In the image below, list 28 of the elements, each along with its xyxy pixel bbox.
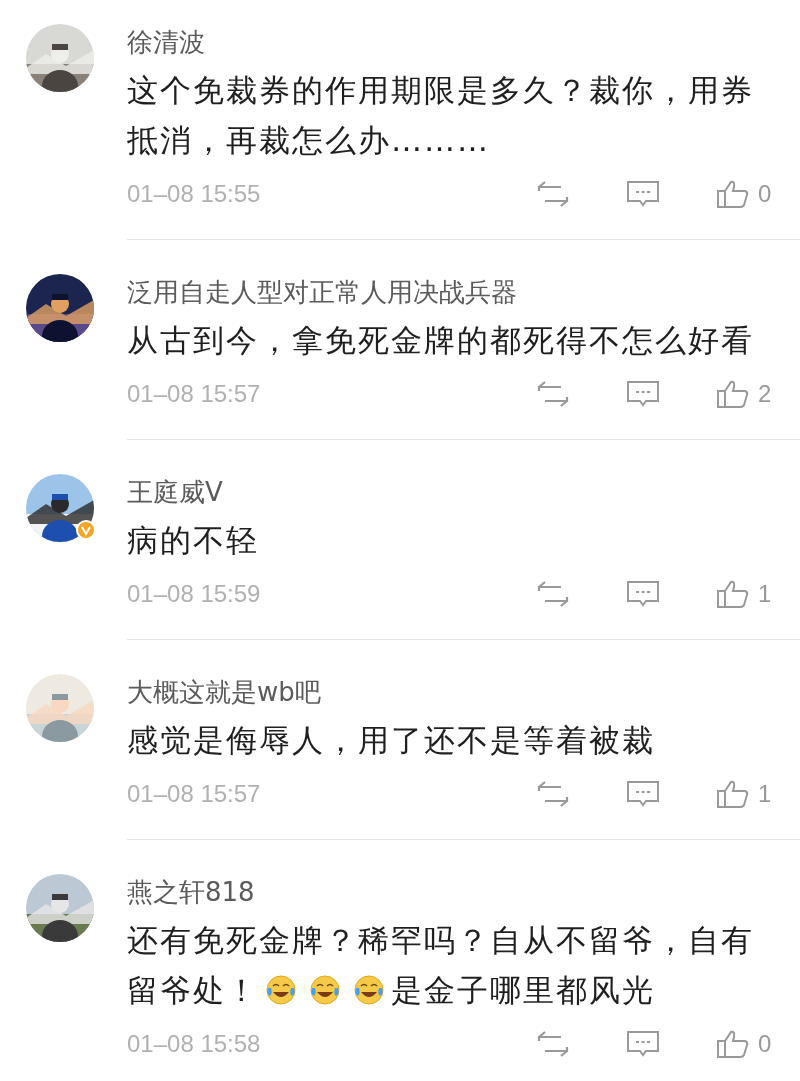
comment-text: 还有免死金牌？稀罕吗？自从不留爷，自有留爷处！ 是金子哪里都风光 bbox=[127, 921, 755, 1010]
comment-text: 从古到今，拿免死金牌的都死得不怎么好看 bbox=[127, 321, 755, 360]
comment-text: 这个免裁券的作用期限是多久？裁你，用券抵消，再裁怎么办……… bbox=[127, 71, 755, 160]
comment-button[interactable] bbox=[625, 779, 661, 809]
laughing-emoji-icon bbox=[353, 974, 385, 1006]
comment-button[interactable] bbox=[625, 1029, 661, 1059]
comment-time: 01–08 15:58 bbox=[127, 1030, 262, 1058]
comment-text: 病的不轻 bbox=[127, 521, 260, 560]
comment-button[interactable] bbox=[625, 579, 661, 609]
repost-button[interactable] bbox=[535, 1029, 571, 1059]
author-name[interactable]: 大概这就是wb吧 bbox=[127, 674, 321, 710]
comment-time: 01–08 15:59 bbox=[127, 580, 262, 608]
comment-time: 01–08 15:57 bbox=[127, 380, 262, 408]
repost-button[interactable] bbox=[535, 379, 571, 409]
comment-time: 01–08 15:55 bbox=[127, 180, 262, 208]
comment-button[interactable] bbox=[625, 379, 661, 409]
repost-button[interactable] bbox=[535, 179, 571, 209]
author-name[interactable]: 泛用自走人型对正常人用决战兵器 bbox=[127, 274, 517, 310]
repost-button[interactable] bbox=[535, 579, 571, 609]
comment-time: 01–08 15:57 bbox=[127, 780, 262, 808]
laughing-emoji-icon bbox=[309, 974, 341, 1006]
laughing-emoji-icon bbox=[265, 974, 297, 1006]
author-name[interactable]: 燕之轩818 bbox=[127, 874, 255, 910]
repost-button[interactable] bbox=[535, 779, 571, 809]
comment-button[interactable] bbox=[625, 179, 661, 209]
author-name[interactable]: 徐清波 bbox=[127, 24, 205, 60]
author-name[interactable]: 王庭威V bbox=[127, 474, 223, 510]
comment-text: 感觉是侮辱人，用了还不是等着被裁 bbox=[127, 721, 656, 760]
